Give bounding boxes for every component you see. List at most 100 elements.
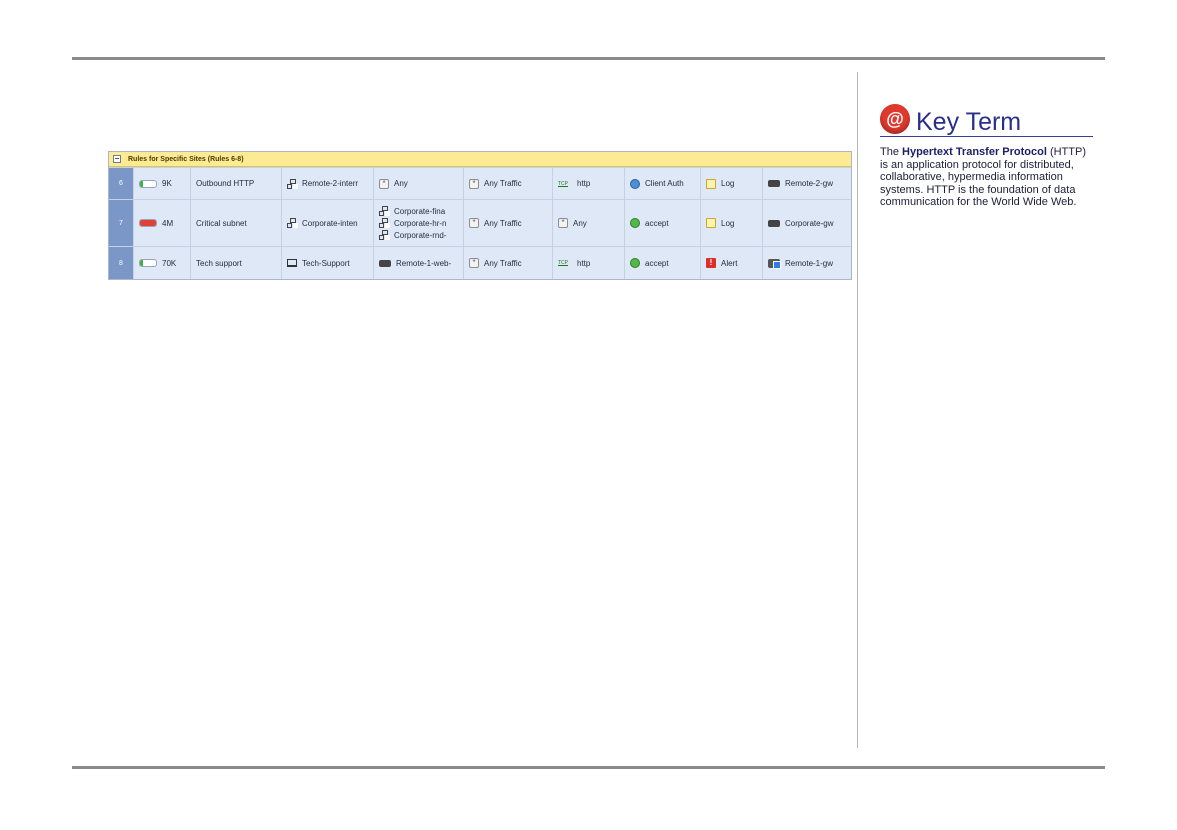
- log-icon: [706, 178, 716, 189]
- key-term-definition: The Hypertext Transfer Protocol (HTTP) i…: [880, 146, 1092, 209]
- bottom-rule: [72, 766, 1105, 769]
- network-icon: [379, 218, 389, 228]
- service-cell[interactable]: * Any: [552, 200, 624, 246]
- gateway-icon: [768, 219, 780, 227]
- hits-value: 70K: [162, 258, 177, 268]
- hits-bar: [139, 259, 157, 267]
- action-cell[interactable]: Client Auth: [624, 168, 700, 199]
- rule-name-label: Critical subnet: [196, 218, 247, 228]
- track-label: Alert: [721, 258, 738, 268]
- network-icon: [287, 218, 297, 228]
- track-label: Log: [721, 179, 735, 188]
- key-term-heading: Key Term: [916, 108, 1022, 136]
- network-icon: [379, 230, 389, 240]
- service-label: http: [577, 179, 591, 188]
- hits-cell: 4M: [133, 200, 190, 246]
- host-icon: [287, 259, 297, 267]
- track-label: Log: [721, 218, 735, 228]
- table-row[interactable]: 8 70K Tech support Tech-Support Remote-1…: [109, 246, 851, 279]
- network-icon: [379, 206, 389, 216]
- destination-label: Corporate-hr-n: [394, 218, 447, 228]
- any-icon: *: [558, 218, 568, 228]
- install-on-label: Remote-1-gw: [785, 258, 834, 268]
- vpn-label: Any Traffic: [484, 218, 522, 228]
- gateway-cluster-icon: [768, 258, 781, 269]
- hits-value: 4M: [162, 218, 174, 228]
- source-label: Corporate-inten: [302, 218, 358, 228]
- at-sign-icon: @: [880, 104, 910, 134]
- accept-icon: [630, 218, 640, 228]
- hits-cell: 9K: [133, 168, 190, 199]
- collapse-icon[interactable]: −: [113, 155, 121, 163]
- defined-term: Hypertext Transfer Protocol: [902, 146, 1047, 158]
- hits-cell: 70K: [133, 247, 190, 279]
- key-term-box: @ Key Term The Hypertext Transfer Protoc…: [880, 104, 1095, 209]
- section-header[interactable]: − Rules for Specific Sites (Rules 6-8): [109, 152, 851, 167]
- hits-bar: [139, 179, 157, 188]
- source-label: Tech-Support: [302, 258, 350, 268]
- rule-number: 8: [109, 247, 133, 279]
- install-on-label: Corporate-gw: [785, 218, 834, 228]
- action-label: accept: [645, 218, 669, 228]
- tcp-icon: TCP: [558, 180, 568, 187]
- alert-icon: !: [706, 258, 716, 268]
- rule-name-label: Tech support: [196, 258, 242, 268]
- table-row[interactable]: 6 9K Outbound HTTP Remote-2-interr * Any …: [109, 167, 851, 199]
- hits-bar: [139, 219, 157, 227]
- rule-number: 7: [109, 200, 133, 246]
- sidebar-divider: [857, 72, 858, 748]
- client-auth-icon: [630, 178, 640, 189]
- rule-name[interactable]: Outbound HTTP: [190, 168, 281, 199]
- any-traffic-icon: *: [469, 258, 479, 268]
- service-label: http: [577, 258, 591, 268]
- rule-number: 6: [109, 168, 133, 199]
- service-cell[interactable]: TCP http: [552, 247, 624, 279]
- action-cell[interactable]: accept: [624, 200, 700, 246]
- source-label: Remote-2-interr: [302, 179, 359, 188]
- vpn-cell[interactable]: * Any Traffic: [463, 200, 552, 246]
- source-cell[interactable]: Corporate-inten: [281, 200, 373, 246]
- tcp-icon: TCP: [558, 260, 568, 266]
- rule-name[interactable]: Critical subnet: [190, 200, 281, 246]
- vpn-label: Any Traffic: [484, 179, 522, 188]
- destination-label: Any: [394, 179, 408, 188]
- track-cell[interactable]: Log: [700, 168, 762, 199]
- log-icon: [706, 218, 716, 228]
- destination-cell[interactable]: * Any: [373, 168, 463, 199]
- install-on-cell[interactable]: Remote-1-gw: [762, 247, 850, 279]
- service-cell[interactable]: TCP http: [552, 168, 624, 199]
- key-term-header: @ Key Term: [880, 104, 1093, 137]
- rule-name[interactable]: Tech support: [190, 247, 281, 279]
- any-traffic-icon: *: [469, 178, 479, 189]
- destination-cell[interactable]: Corporate-fina Corporate-hr-n Corporate-…: [373, 200, 463, 246]
- action-cell[interactable]: accept: [624, 247, 700, 279]
- top-rule: [72, 57, 1105, 60]
- vpn-cell[interactable]: * Any Traffic: [463, 247, 552, 279]
- track-cell[interactable]: Log: [700, 200, 762, 246]
- service-label: Any: [573, 218, 587, 228]
- network-icon: [287, 178, 297, 189]
- accept-icon: [630, 258, 640, 268]
- vpn-cell[interactable]: * Any Traffic: [463, 168, 552, 199]
- install-on-cell[interactable]: Remote-2-gw: [762, 168, 850, 199]
- destination-label: Corporate-fina: [394, 206, 446, 216]
- any-traffic-icon: *: [469, 218, 479, 228]
- action-label: Client Auth: [645, 179, 684, 188]
- install-on-cell[interactable]: Corporate-gw: [762, 200, 850, 246]
- source-cell[interactable]: Tech-Support: [281, 247, 373, 279]
- destination-label: Corporate-rnd-: [394, 230, 447, 240]
- destination-cell[interactable]: Remote-1-web-: [373, 247, 463, 279]
- install-on-label: Remote-2-gw: [785, 179, 834, 188]
- gateway-icon: [768, 180, 780, 187]
- track-cell[interactable]: ! Alert: [700, 247, 762, 279]
- hits-value: 9K: [162, 179, 172, 188]
- action-label: accept: [645, 258, 669, 268]
- source-cell[interactable]: Remote-2-interr: [281, 168, 373, 199]
- destination-label: Remote-1-web-: [396, 258, 452, 268]
- table-row[interactable]: 7 4M Critical subnet Corporate-inten Cor…: [109, 199, 851, 246]
- vpn-label: Any Traffic: [484, 258, 522, 268]
- rule-name-label: Outbound HTTP: [196, 179, 255, 188]
- server-icon: [379, 259, 391, 267]
- any-icon: *: [379, 178, 389, 189]
- definition-intro: The: [880, 146, 903, 158]
